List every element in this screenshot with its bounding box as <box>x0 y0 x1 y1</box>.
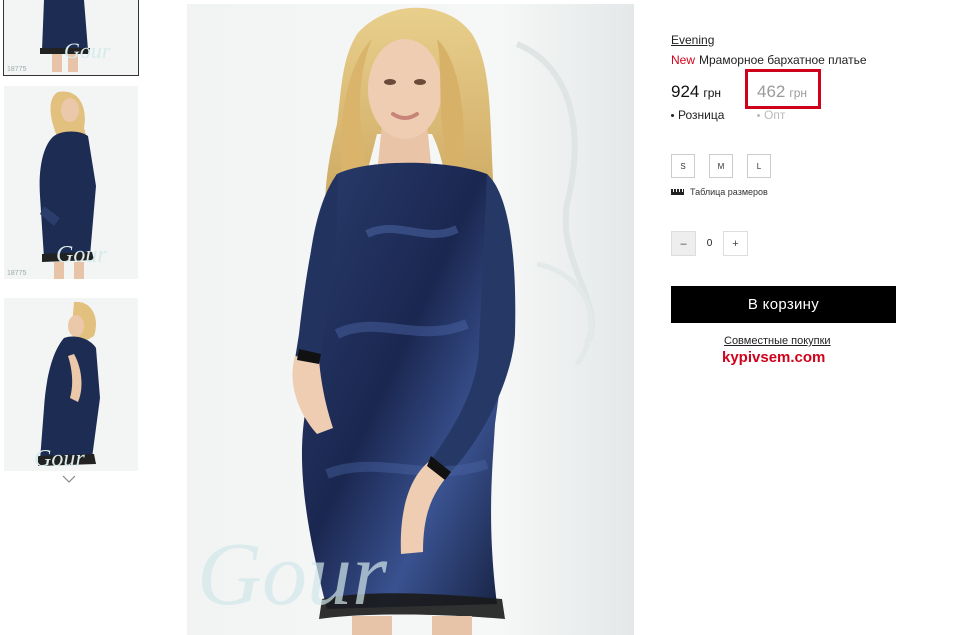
wholesale-label: Опт <box>757 108 785 122</box>
product-title: New Мраморное бархатное платье <box>671 53 867 67</box>
brand-link[interactable]: Evening <box>671 33 714 47</box>
add-to-cart-button[interactable]: В корзину <box>671 286 896 323</box>
bullet-icon <box>671 114 674 118</box>
size-option-s[interactable]: S <box>671 154 695 178</box>
retail-price-value: 924 <box>671 82 700 101</box>
svg-text:Gour: Gour <box>64 38 111 63</box>
price-highlight-box <box>745 69 821 109</box>
svg-text:Gour: Gour <box>56 242 107 268</box>
thumbnail-code: 18775 <box>7 270 27 277</box>
quantity-stepper: – 0 + <box>671 231 748 256</box>
size-selector: S M L <box>671 154 771 178</box>
quantity-increase-button[interactable]: + <box>723 231 748 256</box>
svg-text:Gour: Gour <box>197 525 388 624</box>
size-table-link[interactable]: Таблица размеров <box>671 187 768 197</box>
thumbnail-gallery: Gour 18775 Gour 18775 Gour <box>0 0 150 635</box>
wholesale-label-text: Опт <box>764 108 786 122</box>
quantity-decrease-button[interactable]: – <box>671 231 696 256</box>
retail-label: Розница <box>671 108 724 122</box>
size-table-label: Таблица размеров <box>690 187 768 197</box>
retail-price-currency: грн <box>703 86 722 100</box>
ruler-icon <box>671 189 684 195</box>
svg-text:Gour: Gour <box>34 446 85 471</box>
thumbnail-3[interactable]: Gour <box>4 298 138 471</box>
retail-label-text: Розница <box>678 108 725 122</box>
size-option-m[interactable]: M <box>709 154 733 178</box>
scroll-down-arrow-icon[interactable] <box>62 474 76 484</box>
thumbnail-1[interactable]: Gour 18775 <box>3 0 139 76</box>
size-option-l[interactable]: L <box>747 154 771 178</box>
joint-purchases-link[interactable]: Совместные покупки <box>724 335 831 347</box>
site-watermark: kypivsem.com <box>722 349 826 366</box>
thumbnail-code: 18775 <box>7 66 27 73</box>
main-product-image: Gour <box>187 4 634 635</box>
product-title-text: Мраморное бархатное платье <box>699 53 867 67</box>
quantity-value[interactable]: 0 <box>696 238 723 249</box>
thumbnail-2[interactable]: Gour 18775 <box>4 86 138 279</box>
new-badge: New <box>671 53 696 67</box>
retail-price: 924 грн <box>671 82 721 102</box>
bullet-icon <box>757 114 760 118</box>
